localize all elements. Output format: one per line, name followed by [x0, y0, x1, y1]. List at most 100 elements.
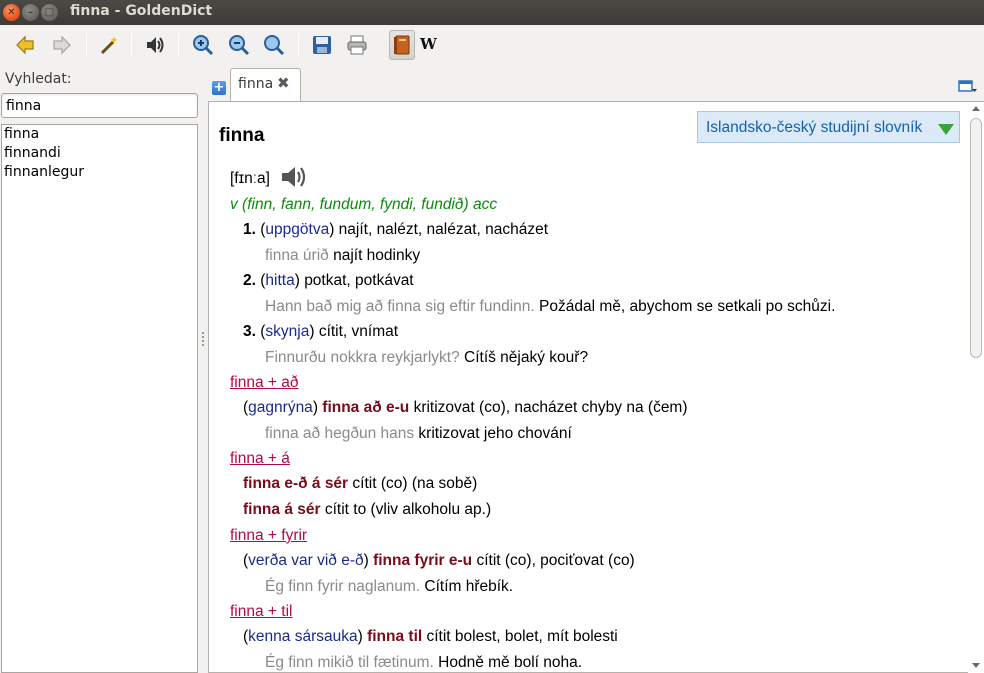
close-window-button[interactable]: ✕ — [3, 4, 20, 21]
list-item[interactable]: finnandi — [2, 144, 197, 163]
print-button[interactable] — [345, 33, 369, 57]
search-input[interactable] — [1, 93, 198, 118]
synonym: skynja — [265, 323, 310, 340]
example: Finnurðu nokkra reykjarlykt? Cítíš nějak… — [265, 349, 588, 367]
scroll-up-arrow-icon[interactable] — [972, 106, 980, 111]
sense-number: 3. — [243, 323, 256, 340]
window-title: finna - GoldenDict — [70, 3, 213, 19]
minimize-window-button[interactable]: – — [22, 4, 39, 21]
save-icon — [313, 36, 331, 54]
zoom-reset-button[interactable] — [262, 33, 286, 57]
example: finna úrið najít hodinky — [265, 247, 420, 265]
definition: cítit, vnímat — [318, 323, 399, 340]
tab-label: finna — [238, 76, 274, 92]
tab-finna[interactable]: finna ✖ — [230, 68, 301, 102]
phrase: finna fyrir e-u — [373, 552, 473, 569]
phrase-definition: finna e-ð á sér cítit (co) (na sobě) — [243, 475, 477, 493]
example-icelandic: Hann bað mig að finna sig eftir fundinn. — [265, 298, 535, 315]
toolbar-separator — [178, 33, 179, 57]
phrase: finna til — [367, 628, 423, 645]
example-icelandic: finna að hegðun hans — [265, 425, 415, 442]
new-tab-button[interactable]: + — [212, 81, 226, 95]
example-icelandic: Finnurðu nokkra reykjarlykt? — [265, 349, 460, 366]
collapse-arrow-icon[interactable] — [938, 124, 954, 135]
maximize-icon: □ — [44, 7, 55, 18]
phrase-link[interactable]: finna + fyrir — [230, 527, 307, 545]
definition: kritizovat (co), nacházet chyby na (čem) — [413, 399, 688, 416]
example-czech: najít hodinky — [333, 247, 421, 264]
synonym: verða var við e-ð — [248, 552, 364, 569]
synonym: hitta — [265, 272, 295, 289]
definition: cítit (co), pociťovat (co) — [476, 552, 635, 569]
phrase: finna á sér — [243, 501, 321, 518]
close-icon: ✕ — [7, 7, 16, 18]
zoom-out-button[interactable] — [227, 33, 251, 57]
phrase-link[interactable]: finna + að — [230, 374, 299, 392]
title-bar: ✕ – □ finna - GoldenDict — [0, 0, 984, 25]
example-czech: Cítíš nějaký kouř? — [464, 349, 589, 366]
example-icelandic: Ég finn mikið til fætinum. — [265, 654, 434, 671]
close-tab-icon[interactable]: ✖ — [277, 74, 290, 92]
sense-number: 1. — [243, 221, 256, 238]
definition: cítit (co) (na sobě) — [352, 475, 478, 492]
example-czech: kritizovat jeho chování — [418, 425, 572, 442]
synonym: gagnrýna — [248, 399, 313, 416]
book-icon — [394, 35, 410, 55]
sense-1: 1. (uppgötva) najít, nalézt, nalézat, na… — [243, 221, 549, 238]
magic-wand-icon — [100, 36, 118, 55]
scroll-down-arrow-icon[interactable] — [972, 663, 980, 668]
synonym: uppgötva — [265, 221, 330, 238]
scrollbar-thumb[interactable] — [970, 118, 982, 358]
example-czech: Požádal mě, abychom se setkali po schůzi… — [539, 298, 836, 315]
pronounce-button[interactable] — [143, 33, 167, 57]
example-czech: Hodně mě bolí noha. — [438, 654, 583, 671]
phrase-definition: (verða var við e-ð) finna fyrir e-u cíti… — [243, 552, 635, 569]
example: Hann bað mig að finna sig eftir fundinn.… — [265, 298, 835, 316]
minimize-icon: – — [28, 7, 33, 18]
forward-icon — [53, 35, 71, 55]
sense-number: 2. — [243, 272, 256, 289]
save-button[interactable] — [310, 33, 334, 57]
list-item[interactable]: finna — [2, 125, 197, 144]
definition: potkat, potkávat — [304, 272, 414, 289]
back-icon — [16, 35, 34, 55]
zoom-out-icon — [229, 35, 250, 56]
tabs-menu-button[interactable] — [958, 80, 978, 94]
dictionary-name: Islandsko-český studijní slovník — [706, 119, 923, 136]
phrase-definition: (kenna sársauka) finna til cítit bolest,… — [243, 628, 618, 645]
definition: najít, nalézt, nalézat, nacházet — [338, 221, 549, 238]
sense-2: 2. (hitta) potkat, potkávat — [243, 272, 414, 289]
phrase-definition: finna á sér cítit to (vliv alkoholu ap.) — [243, 501, 491, 519]
zoom-in-button[interactable] — [191, 33, 215, 57]
toolbar-separator — [131, 33, 132, 57]
zoom-reset-icon — [264, 35, 285, 56]
list-item[interactable]: finnanlegur — [2, 163, 197, 182]
word-list[interactable]: finna finnandi finnanlegur — [1, 124, 198, 673]
play-pronunciation-icon[interactable] — [280, 164, 310, 194]
phrase-link[interactable]: finna + á — [230, 450, 290, 468]
pane-splitter[interactable] — [201, 330, 205, 350]
maximize-window-button[interactable]: □ — [41, 4, 58, 21]
toolbar-separator — [298, 33, 299, 57]
sense-3: 3. (skynja) cítit, vnímat — [243, 323, 399, 340]
dictionary-header[interactable]: Islandsko-český studijní slovník — [697, 111, 960, 143]
example: finna að hegðun hans kritizovat jeho cho… — [265, 425, 572, 443]
example: Ég finn fyrir naglanum. Cítím hřebík. — [265, 578, 513, 596]
article-headword: finna — [219, 125, 265, 146]
example-icelandic: finna úrið — [265, 247, 329, 264]
toolbar-separator — [86, 33, 87, 57]
example: Ég finn mikið til fætinum. Hodně mě bolí… — [265, 654, 582, 672]
zoom-in-icon — [193, 35, 214, 56]
forward-button[interactable] — [50, 33, 74, 57]
dictionary-bar-toggle[interactable] — [389, 30, 415, 60]
article-scrollbar[interactable] — [968, 102, 984, 673]
example-czech: Cítím hřebík. — [424, 578, 514, 595]
definition: cítit to (vliv alkoholu ap.) — [324, 501, 492, 518]
print-icon — [347, 35, 367, 55]
grammar-info: v (finn, fann, fundum, fyndi, fundið) ac… — [230, 196, 498, 213]
phrase-link[interactable]: finna + til — [230, 603, 292, 621]
pronunciation: [fɪnːa] — [230, 170, 270, 187]
wikipedia-icon[interactable]: W — [420, 35, 437, 53]
back-button[interactable] — [13, 33, 37, 57]
scan-popup-button[interactable] — [97, 33, 121, 57]
